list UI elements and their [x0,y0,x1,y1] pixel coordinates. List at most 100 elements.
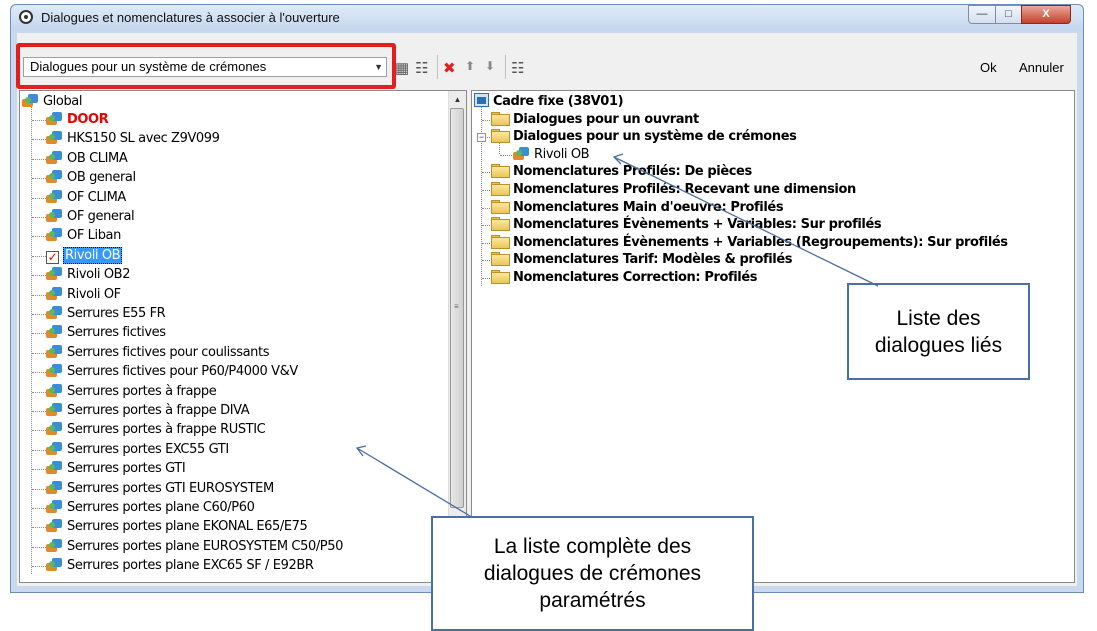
tree-item[interactable]: Serrures E55 FR [46,305,166,323]
tree-add-icon[interactable]: ▦ [395,59,409,77]
minimize-button[interactable]: — [968,5,996,24]
tree-item-label: DOOR [67,112,109,127]
tree-guide-line [32,275,46,277]
tree-item[interactable]: OB general [46,169,136,187]
tree-guide-line [32,430,46,432]
tree-item[interactable]: Serrures portes GTI [46,460,186,478]
tree-item[interactable]: Serrures fictives [46,324,166,342]
tree-item[interactable]: Rivoli OF [46,286,121,304]
tree-item[interactable]: Serrures portes plane EKONAL E65/E75 [46,518,308,536]
tree-root-label: Global [43,94,83,109]
checkbox-checked-icon[interactable]: ✓ [46,250,59,264]
tree-item[interactable]: HKS150 SL avec Z9V099 [46,130,220,148]
tree-item[interactable]: Dialogues pour un système de crémones [491,128,797,146]
tree-expand-icon[interactable]: ☷ [415,59,428,77]
tree-guide-line [32,236,46,238]
tree-item[interactable]: Nomenclatures Main d'oeuvre: Profilés [491,199,784,217]
linked-dialog-item[interactable]: Rivoli OB [513,146,590,164]
tree-item[interactable]: OF Liban [46,227,121,245]
tree-guide-line [32,352,46,354]
tree-guide-line [500,154,512,156]
tree-item-label: Serrures portes plane EUROSYSTEM C50/P50 [67,538,343,554]
tree-item[interactable]: Serrures portes à frappe RUSTIC [46,421,266,439]
tree-item[interactable]: Rivoli OB2 [46,266,130,284]
dialog-icon [46,480,63,494]
dialog-type-select[interactable]: Dialogues pour un système de crémones ▼ [23,57,387,77]
tree-item-label: Serrures portes EXC55 GTI [67,441,229,457]
tree-item[interactable]: Serrures portes EXC55 GTI [46,441,229,459]
dialog-icon [46,460,63,475]
tree-item-label: Nomenclatures Profilés: De pièces [513,164,752,180]
tree-item-label: Serrures portes plane EXC65 SF / E92BR [67,558,314,574]
close-button[interactable]: X [1021,5,1071,24]
ok-button[interactable]: Ok [980,60,997,75]
tree-root-label: Cadre fixe (38V01) [493,94,624,109]
tree-item[interactable]: ✓ Rivoli OB [46,246,123,265]
dialog-icon [46,150,63,164]
tree-item[interactable]: Serrures portes plane EXC65 SF / E92BR [46,557,314,575]
move-up-icon[interactable]: ⬆ [465,59,475,73]
callout-full-text: La liste complète des dialogues de crémo… [483,535,702,612]
dialog-window: Dialogues et nomenclatures à associer à … [10,4,1084,593]
dialog-icon [46,557,63,572]
title-bar[interactable]: Dialogues et nomenclatures à associer à … [11,5,1083,31]
tree-item-label: OB CLIMA [67,150,128,166]
dialog-icon [46,286,63,300]
maximize-button[interactable]: □ [995,5,1022,24]
tree-item[interactable]: DOOR [46,111,109,129]
callout-full-list: La liste complète des dialogues de crémo… [431,516,754,631]
tree-item[interactable]: Nomenclatures Évènements + Variables: Su… [491,216,882,234]
tree-guide-line [32,178,46,180]
tree-item-label: Nomenclatures Profilés: Recevant une dim… [513,182,856,197]
all-dialogs-tree[interactable]: Global DOOR HKS150 SL avec Z9V099 OB CLIMA… [19,90,467,583]
tree-guide-line [32,488,46,490]
tree-item-label: HKS150 SL avec Z9V099 [67,131,220,147]
tree-item-label: Dialogues pour un ouvrant [513,111,699,127]
tree-item[interactable]: Serrures portes à frappe [46,383,217,401]
tree-guide-line [32,546,46,548]
dialog-icon [46,189,63,203]
tree-guide-line [32,527,46,529]
dialog-icon [46,324,63,339]
tree-item[interactable]: Serrures portes GTI EUROSYSTEM [46,480,274,498]
dialog-folder-icon [22,93,39,107]
left-scrollbar[interactable]: ▲ ≡ [448,91,466,582]
tree-item[interactable]: Serrures portes plane EUROSYSTEM C50/P50 [46,538,343,556]
tree-item[interactable]: Nomenclatures Profilés: De pièces [491,163,752,181]
folder-icon [491,111,510,126]
dialog-icon [46,344,63,358]
tree-item[interactable]: OF general [46,208,135,226]
tree-item[interactable]: Nomenclatures Tarif: Modèles & profilés [491,251,793,269]
delete-icon[interactable]: ✖ [443,59,456,77]
tree-item-label: Serrures portes plane C60/P60 [67,500,255,515]
cancel-button[interactable]: Annuler [1019,60,1064,75]
collapse-icon[interactable]: − [477,133,486,143]
move-down-icon[interactable]: ⬇ [485,59,495,73]
scroll-up-icon[interactable]: ▲ [449,91,466,108]
tree-item[interactable]: Nomenclatures Correction: Profilés [491,269,758,287]
tree-guide-line [32,314,46,315]
tree-item[interactable]: Nomenclatures Profilés: Recevant une dim… [491,181,856,199]
dialog-icon [46,169,63,184]
tree-collapse-icon[interactable]: ☷ [511,59,524,77]
tree-item[interactable]: Serrures portes plane C60/P60 [46,499,255,517]
tree-item-label: Serrures portes GTI [67,461,186,477]
chevron-down-icon[interactable]: ▼ [374,58,383,76]
tree-root-global[interactable]: Global [22,93,82,111]
folder-icon [491,164,510,179]
toolbar: Dialogues pour un système de crémones ▼ … [16,33,1077,89]
tree-item[interactable]: Serrures fictives pour coulissants [46,344,269,362]
tree-item-label: OF CLIMA [67,189,126,205]
tree-item[interactable]: Serrures portes à frappe DIVA [46,402,250,420]
folder-icon [491,252,510,267]
scroll-thumb[interactable]: ≡ [450,108,464,508]
tree-item[interactable]: Serrures fictives pour P60/P4000 V&V [46,363,298,381]
tree-item[interactable]: OB CLIMA [46,150,128,168]
tree-item[interactable]: Nomenclatures Évènements + Variables (Re… [491,234,1008,252]
dialog-type-value: Dialogues pour un système de crémones [30,59,267,74]
folder-icon [491,234,510,249]
tree-item[interactable]: Dialogues pour un ouvrant [491,111,699,129]
tree-root-frame[interactable]: Cadre fixe (38V01) [474,93,624,111]
tree-item-label: OF general [67,209,135,224]
tree-item[interactable]: OF CLIMA [46,189,126,207]
